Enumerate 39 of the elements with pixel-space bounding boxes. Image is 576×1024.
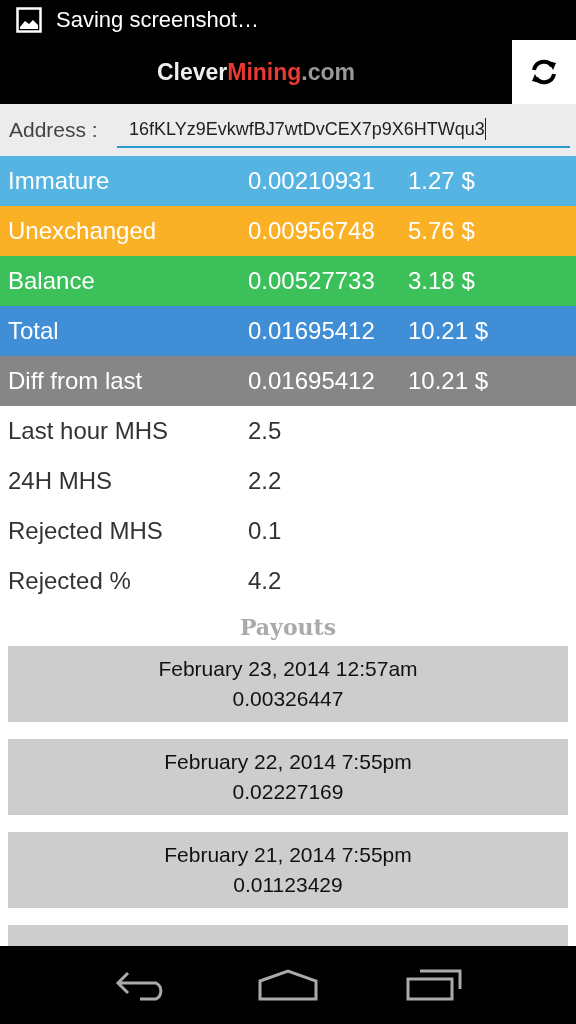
balance-label: Balance	[7, 267, 96, 295]
usd-amount: 10.21 $	[408, 367, 489, 395]
payout-date: February 22, 2014 7:55pm	[164, 749, 412, 775]
usd-amount: 1.27 $	[408, 167, 475, 195]
btc-amount: 0.01695412	[248, 367, 376, 395]
btc-amount: 0.00956748	[248, 217, 376, 245]
stat-label: Rejected MHS	[7, 517, 164, 545]
stat-label: Rejected %	[7, 567, 132, 595]
address-label: Address :	[9, 118, 99, 142]
balance-label: Diff from last	[7, 367, 144, 395]
payouts-heading: Payouts	[239, 614, 337, 640]
balance-label: Unexchanged	[7, 217, 158, 245]
usd-amount: 5.76 $	[408, 217, 475, 245]
btc-amount: 0.00210931	[248, 167, 376, 195]
image-icon	[16, 7, 42, 33]
stat-value: 2.2	[248, 467, 283, 495]
payout-amount: 0.00326447	[232, 686, 344, 712]
recent-apps-icon[interactable]	[406, 969, 462, 1001]
payout-amount: 0.01123429	[233, 872, 343, 898]
address-field[interactable]: 16fKLYz9EvkwfBJ7wtDvCEX7p9X6HTWqu3	[117, 112, 570, 148]
payout-date: February 21, 2014 7:55pm	[164, 842, 412, 868]
btc-amount: 0.00527733	[248, 267, 376, 295]
stat-value: 0.1	[248, 517, 283, 545]
notification-text: Saving screenshot…	[56, 7, 259, 33]
refresh-button[interactable]	[512, 40, 576, 104]
stat-label: Last hour MHS	[7, 417, 170, 445]
payout-date: February 23, 2014 12:57am	[158, 656, 418, 682]
balance-label: Immature	[7, 167, 111, 195]
refresh-icon	[529, 57, 559, 87]
btc-amount: 0.01695412	[248, 317, 376, 345]
home-icon[interactable]	[258, 969, 318, 1001]
stat-label: 24H MHS	[7, 467, 114, 495]
logo: CleverMining.com	[156, 58, 356, 86]
balance-label: Total	[7, 317, 60, 345]
usd-amount: 3.18 $	[408, 267, 475, 295]
stat-value: 2.5	[248, 417, 283, 445]
stat-value: 4.2	[248, 567, 283, 595]
usd-amount: 10.21 $	[408, 317, 489, 345]
payout-amount: 0.02227169	[232, 779, 344, 805]
